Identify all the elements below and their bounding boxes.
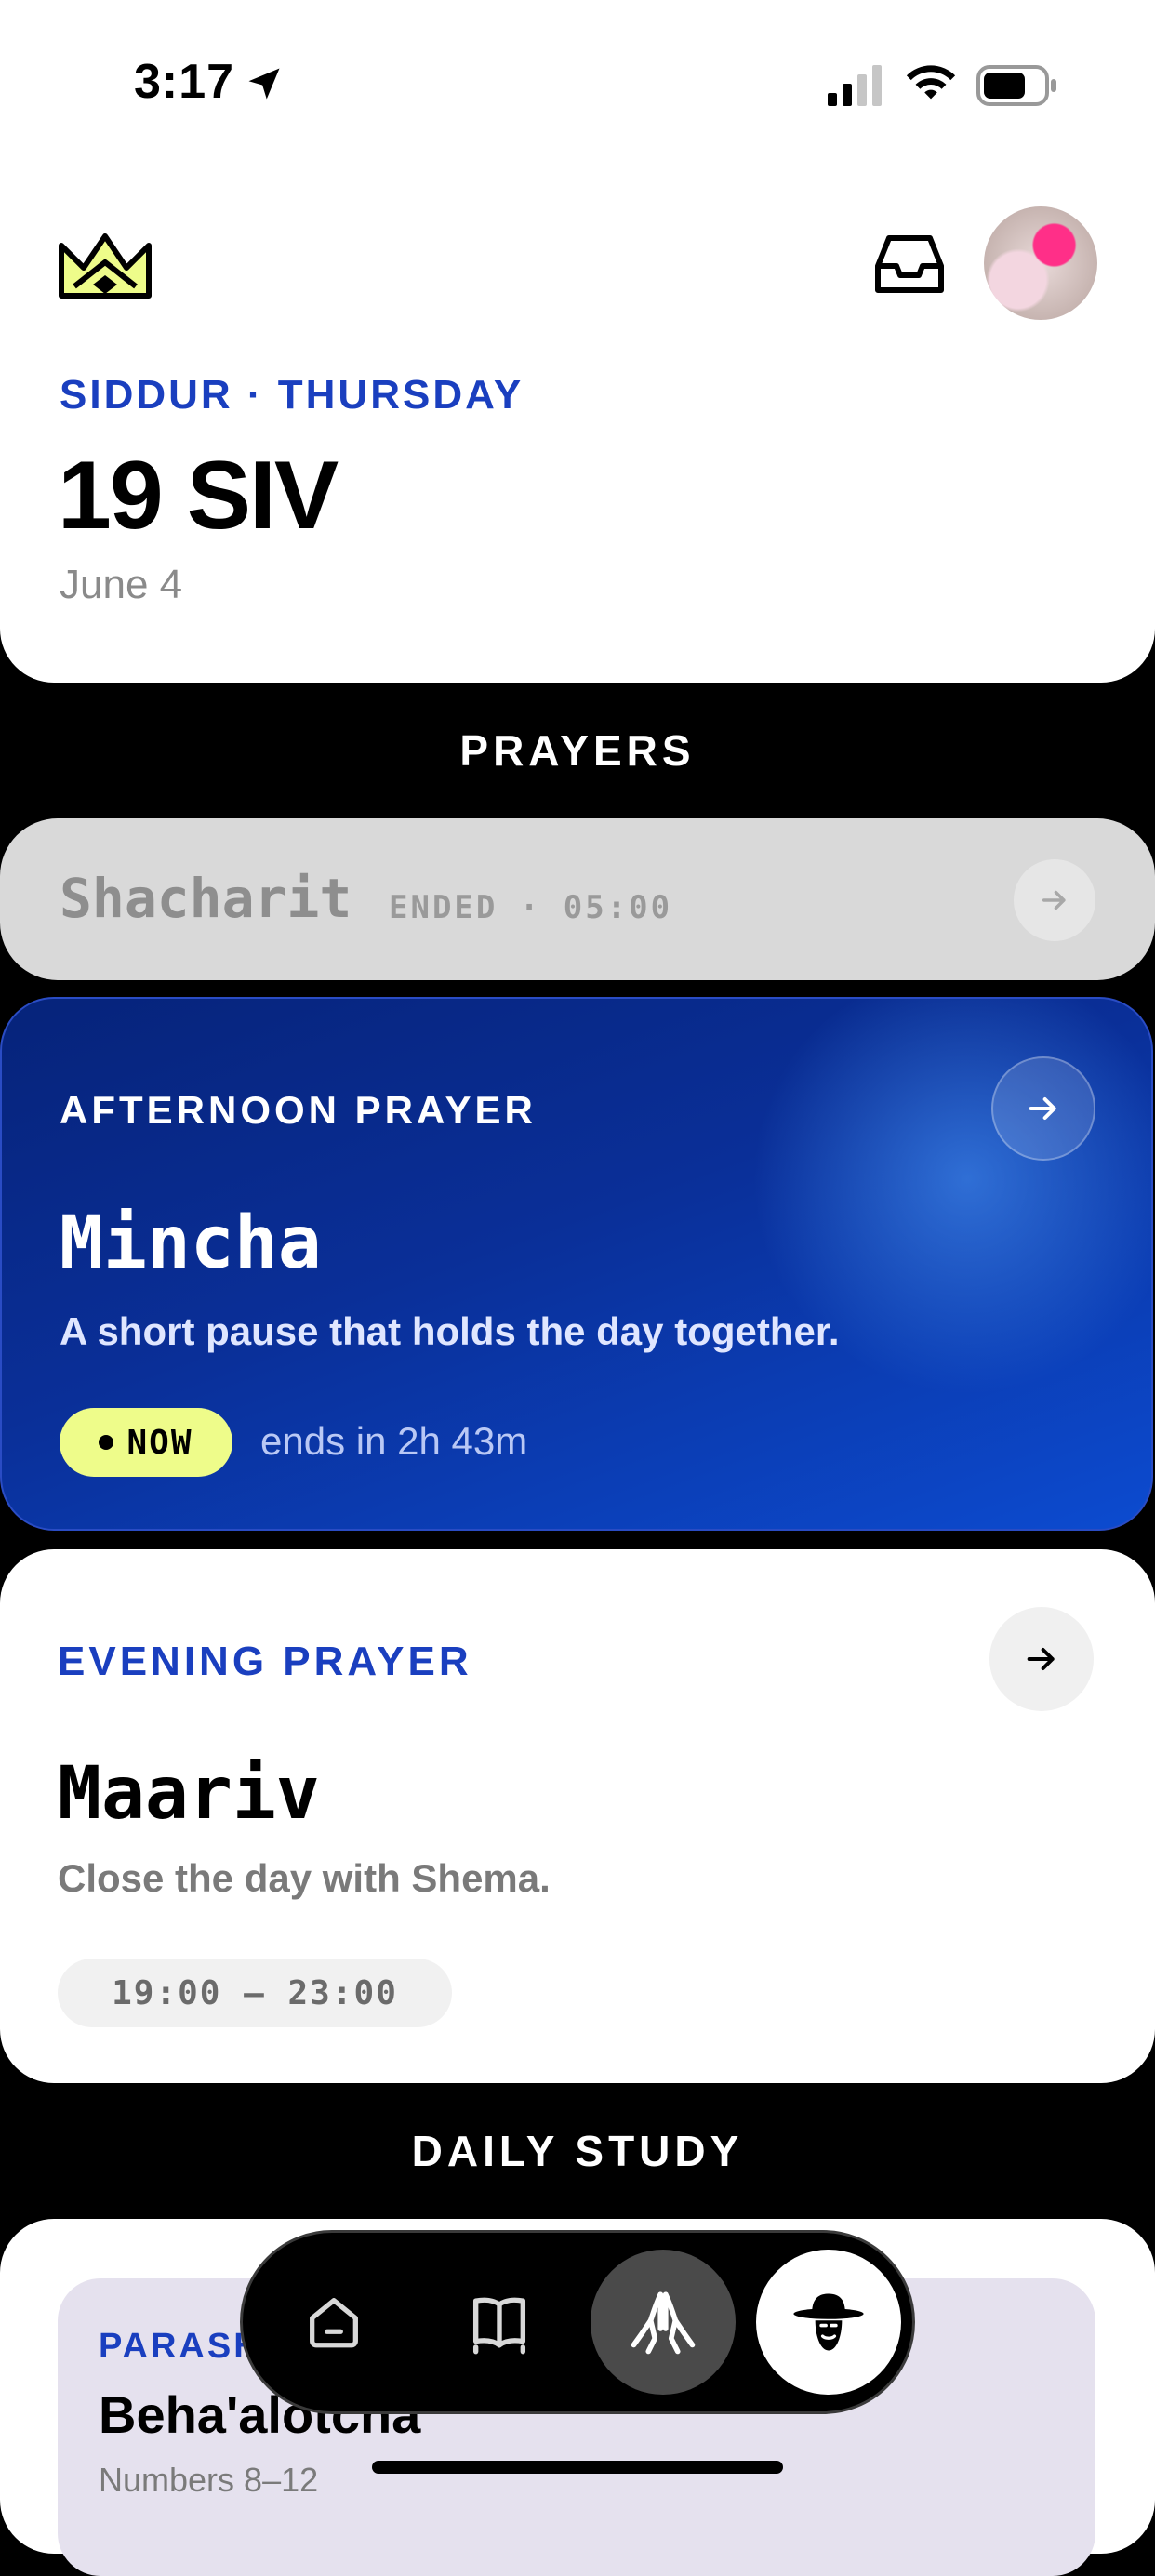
mincha-label: AFTERNOON PRAYER xyxy=(60,1088,537,1132)
now-dot-icon xyxy=(99,1435,114,1450)
nav-profile-button[interactable] xyxy=(756,2250,901,2395)
parasha-reference: Numbers 8–12 xyxy=(99,2461,319,2499)
home-indicator xyxy=(372,2461,783,2474)
maariv-label: EVENING PRAYER xyxy=(58,1639,472,1684)
arrow-right-icon xyxy=(1027,1648,1055,1670)
wifi-icon xyxy=(906,65,956,100)
inbox-icon[interactable] xyxy=(872,232,947,296)
maariv-time-range: 19:00 – 23:00 xyxy=(58,1959,452,2027)
cellular-signal-icon xyxy=(828,65,882,106)
arrow-right-icon xyxy=(1042,890,1066,910)
maariv-name: Maariv xyxy=(58,1752,320,1836)
now-badge-text: NOW xyxy=(126,1423,193,1462)
prayers-heading: PRAYERS xyxy=(459,726,696,775)
crown-logo-icon xyxy=(59,233,152,299)
gregorian-date: June 4 xyxy=(60,562,183,607)
shacharit-name: Shacharit xyxy=(60,867,352,930)
praying-hands-icon xyxy=(631,2291,696,2355)
mincha-card[interactable]: AFTERNOON PRAYER Mincha A short pause th… xyxy=(0,997,1153,1531)
hebrew-date: 19 SIV xyxy=(58,442,339,550)
header-card: 3:17 SIDDUR · THURSDAY 19 SIV June 4 xyxy=(0,0,1155,683)
maariv-card[interactable]: EVENING PRAYER Maariv Close the day with… xyxy=(0,1549,1155,2083)
battery-icon xyxy=(976,65,1056,106)
book-icon xyxy=(472,2297,526,2355)
rabbi-profile-icon xyxy=(793,2293,864,2351)
mincha-name: Mincha xyxy=(60,1202,322,1285)
siddur-day-label: SIDDUR · THURSDAY xyxy=(60,372,524,418)
home-icon xyxy=(310,2298,358,2348)
location-arrow-icon xyxy=(248,68,280,100)
nav-book-button[interactable] xyxy=(427,2250,572,2395)
now-badge: NOW xyxy=(60,1408,232,1477)
nav-home-button[interactable] xyxy=(261,2250,406,2395)
maariv-description: Close the day with Shema. xyxy=(58,1856,551,1900)
nav-prayers-button[interactable] xyxy=(591,2250,736,2395)
bottom-nav xyxy=(240,2230,915,2414)
shacharit-card[interactable]: Shacharit ENDED · 05:00 xyxy=(0,818,1155,980)
shacharit-open-button[interactable] xyxy=(1014,859,1095,941)
avatar[interactable] xyxy=(984,206,1097,320)
maariv-open-button[interactable] xyxy=(989,1607,1094,1711)
status-time: 3:17 xyxy=(134,55,235,109)
daily-study-heading: DAILY STUDY xyxy=(411,2127,744,2175)
arrow-right-icon xyxy=(1029,1097,1056,1120)
mincha-description: A short pause that holds the day togethe… xyxy=(60,1309,840,1353)
shacharit-status: ENDED · 05:00 xyxy=(389,889,673,926)
mincha-ends-text: ends in 2h 43m xyxy=(260,1419,528,1463)
mincha-open-button[interactable] xyxy=(991,1056,1095,1161)
